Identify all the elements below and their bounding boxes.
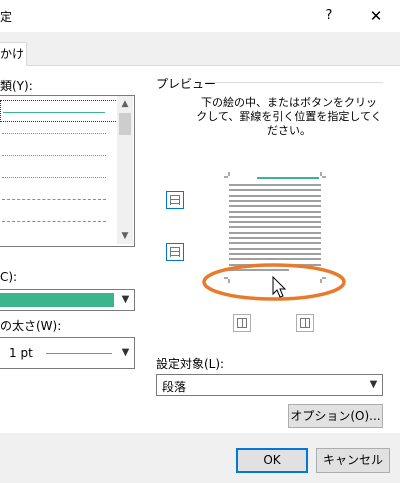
border-left-icon [237,318,247,328]
line-style-item[interactable] [0,166,118,188]
preview-hint: 下の絵の中、またはボタンをクリックして、罫線を引く位置を指定してください。 [196,96,382,137]
color-dropdown[interactable]: ▼ [0,289,135,311]
preview-title: プレビュー [156,77,217,91]
bottom-border-button[interactable] [166,243,184,261]
line-style-item[interactable] [0,144,118,166]
line-style-item[interactable] [0,100,118,122]
preview-text-line [229,231,321,234]
tab-shading[interactable]: かけ [0,42,27,67]
width-label: の太さ(W): [0,319,62,333]
top-border-button[interactable] [166,191,184,209]
preview-text-line [229,247,321,250]
width-dropdown[interactable]: 1 pt ▼ [0,337,135,369]
right-border-button[interactable] [296,314,314,332]
preview-text-line [229,194,321,197]
preview-text-line [229,252,321,255]
mouse-cursor-icon [272,276,287,298]
preview-text-line [229,215,321,218]
line-style-sample [2,155,106,156]
close-button[interactable]: ✕ [358,4,394,28]
line-style-sample [3,112,105,113]
options-button[interactable]: オプション(O)... [288,404,383,428]
cancel-button[interactable]: キャンセル [316,448,390,473]
scroll-up-icon[interactable]: ▲ [117,96,133,112]
chevron-down-icon[interactable]: ▼ [116,338,134,368]
color-swatch [0,293,114,307]
preview-text-line [229,242,321,245]
preview-text-line [229,237,321,239]
chevron-down-icon[interactable]: ▼ [364,375,382,395]
tab-label: かけ [0,47,25,61]
ok-button[interactable]: OK [236,448,308,473]
style-label: 類(Y): [0,79,33,93]
line-style-sample [2,177,106,178]
preview-top-border [257,177,319,179]
preview-text-line [229,199,321,202]
line-style-sample [2,221,106,222]
preview-text-line [229,205,321,208]
listbox-scrollbar[interactable]: ▲ ▼ [117,96,133,244]
help-button[interactable]: ? [316,4,342,28]
scroll-down-icon[interactable]: ▼ [117,228,133,244]
scroll-thumb[interactable] [119,113,131,135]
border-right-icon [300,318,310,328]
chevron-down-icon[interactable]: ▼ [116,290,134,310]
color-label: C): [0,270,18,284]
line-style-listbox[interactable] [0,95,135,247]
preview-text-line [229,210,321,213]
apply-to-value: 段落 [162,380,187,394]
preview-text-line [229,226,321,229]
window-title: 定 [0,10,13,24]
line-style-item[interactable] [0,210,118,232]
left-border-button[interactable] [233,314,251,332]
preview-text-line [229,184,321,186]
line-style-sample [2,133,106,134]
line-style-sample [2,199,106,200]
line-style-item[interactable] [0,188,118,210]
preview-text-line [229,189,321,192]
apply-to-dropdown[interactable]: 段落 ▼ [156,374,383,396]
preview-divider [206,82,383,83]
line-style-item[interactable] [0,122,118,144]
border-bottom-icon [170,247,180,257]
width-sample-line [46,353,112,354]
preview-text-line [229,221,321,224]
apply-to-label: 設定対象(L): [156,357,225,371]
border-top-icon [170,195,180,205]
width-value: 1 pt [9,346,33,360]
